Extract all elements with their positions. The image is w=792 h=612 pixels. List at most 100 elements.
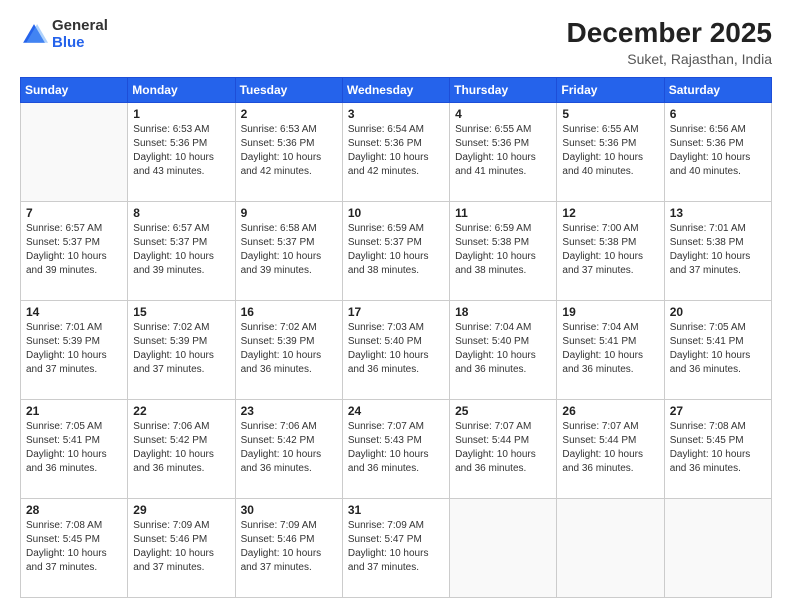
logo-text: General Blue xyxy=(52,18,108,51)
day-number: 29 xyxy=(133,503,229,517)
calendar-cell: 30Sunrise: 7:09 AM Sunset: 5:46 PM Dayli… xyxy=(235,498,342,597)
logo-blue-text: Blue xyxy=(52,35,108,52)
calendar-cell: 31 Sunrise: 7:09 AM Sunset: 5:47 PM Dayli… xyxy=(342,498,449,597)
week-row-2: 7 Sunrise: 6:57 AM Sunset: 5:37 PM Daylig… xyxy=(21,201,772,300)
day-info: Sunrise: 7:04 AM Sunset: 5:40 PM Dayligh… xyxy=(455,321,551,377)
subtitle: Suket, Rajasthan, India xyxy=(567,51,772,67)
day-number: 8 xyxy=(133,206,229,220)
calendar-cell: 15 Sunrise: 7:02 AM Sunset: 5:39 PM Dayli… xyxy=(128,300,235,399)
day-info: Sunrise: 7:09 AM Sunset: 5:46 PM Dayligh… xyxy=(241,519,337,575)
day-info: Sunrise: 6:59 AM Sunset: 5:38 PM Dayligh… xyxy=(455,222,551,278)
day-info: Sunrise: 7:01 AM Sunset: 5:39 PM Dayligh… xyxy=(26,321,122,377)
day-number: 4 xyxy=(455,107,551,121)
day-number: 19 xyxy=(562,305,658,319)
calendar-cell: 20 Sunrise: 7:05 AM Sunset: 5:41 PM Dayli… xyxy=(664,300,771,399)
header: General Blue December 2025 Suket, Rajast… xyxy=(20,18,772,67)
day-info: Sunrise: 6:54 AM Sunset: 5:36 PM Dayligh… xyxy=(348,123,444,179)
day-number: 28 xyxy=(26,503,122,517)
calendar-cell: 14 Sunrise: 7:01 AM Sunset: 5:39 PM Dayli… xyxy=(21,300,128,399)
calendar-cell xyxy=(557,498,664,597)
day-of-week-sunday: Sunday xyxy=(21,77,128,102)
logo-icon xyxy=(20,21,48,49)
day-number: 13 xyxy=(670,206,766,220)
calendar-table: SundayMondayTuesdayWednesdayThursdayFrid… xyxy=(20,77,772,598)
title-block: December 2025 Suket, Rajasthan, India xyxy=(567,18,772,67)
day-of-week-thursday: Thursday xyxy=(450,77,557,102)
calendar-cell: 16 Sunrise: 7:02 AM Sunset: 5:39 PM Dayli… xyxy=(235,300,342,399)
day-info: Sunrise: 7:05 AM Sunset: 5:41 PM Dayligh… xyxy=(26,420,122,476)
calendar-cell: 2Sunrise: 6:53 AM Sunset: 5:36 PM Daylig… xyxy=(235,102,342,201)
day-info: Sunrise: 6:55 AM Sunset: 5:36 PM Dayligh… xyxy=(562,123,658,179)
day-info: Sunrise: 7:06 AM Sunset: 5:42 PM Dayligh… xyxy=(133,420,229,476)
day-info: Sunrise: 6:53 AM Sunset: 5:36 PM Dayligh… xyxy=(241,123,337,179)
day-info: Sunrise: 7:00 AM Sunset: 5:38 PM Dayligh… xyxy=(562,222,658,278)
calendar-cell xyxy=(664,498,771,597)
calendar-cell: 22Sunrise: 7:06 AM Sunset: 5:42 PM Dayli… xyxy=(128,399,235,498)
day-info: Sunrise: 7:08 AM Sunset: 5:45 PM Dayligh… xyxy=(670,420,766,476)
day-info: Sunrise: 7:02 AM Sunset: 5:39 PM Dayligh… xyxy=(133,321,229,377)
calendar-cell: 18 Sunrise: 7:04 AM Sunset: 5:40 PM Dayli… xyxy=(450,300,557,399)
day-info: Sunrise: 7:02 AM Sunset: 5:39 PM Dayligh… xyxy=(241,321,337,377)
day-info: Sunrise: 7:03 AM Sunset: 5:40 PM Dayligh… xyxy=(348,321,444,377)
day-number: 24 xyxy=(348,404,444,418)
day-info: Sunrise: 6:58 AM Sunset: 5:37 PM Dayligh… xyxy=(241,222,337,278)
calendar-cell: 13Sunrise: 7:01 AM Sunset: 5:38 PM Dayli… xyxy=(664,201,771,300)
day-number: 5 xyxy=(562,107,658,121)
calendar-cell: 10Sunrise: 6:59 AM Sunset: 5:37 PM Dayli… xyxy=(342,201,449,300)
day-info: Sunrise: 6:56 AM Sunset: 5:36 PM Dayligh… xyxy=(670,123,766,179)
day-of-week-friday: Friday xyxy=(557,77,664,102)
day-number: 23 xyxy=(241,404,337,418)
day-info: Sunrise: 7:07 AM Sunset: 5:44 PM Dayligh… xyxy=(562,420,658,476)
day-number: 20 xyxy=(670,305,766,319)
day-number: 1 xyxy=(133,107,229,121)
day-number: 25 xyxy=(455,404,551,418)
calendar-cell: 5 Sunrise: 6:55 AM Sunset: 5:36 PM Daylig… xyxy=(557,102,664,201)
calendar-header: SundayMondayTuesdayWednesdayThursdayFrid… xyxy=(21,77,772,102)
week-row-4: 21 Sunrise: 7:05 AM Sunset: 5:41 PM Dayli… xyxy=(21,399,772,498)
calendar-cell: 17 Sunrise: 7:03 AM Sunset: 5:40 PM Dayli… xyxy=(342,300,449,399)
calendar-cell: 19Sunrise: 7:04 AM Sunset: 5:41 PM Dayli… xyxy=(557,300,664,399)
day-of-week-monday: Monday xyxy=(128,77,235,102)
calendar-cell xyxy=(450,498,557,597)
day-of-week-wednesday: Wednesday xyxy=(342,77,449,102)
logo-general-text: General xyxy=(52,18,108,35)
day-info: Sunrise: 6:57 AM Sunset: 5:37 PM Dayligh… xyxy=(26,222,122,278)
header-row: SundayMondayTuesdayWednesdayThursdayFrid… xyxy=(21,77,772,102)
day-number: 9 xyxy=(241,206,337,220)
calendar-cell: 24Sunrise: 7:07 AM Sunset: 5:43 PM Dayli… xyxy=(342,399,449,498)
day-info: Sunrise: 6:55 AM Sunset: 5:36 PM Dayligh… xyxy=(455,123,551,179)
day-number: 14 xyxy=(26,305,122,319)
calendar-cell: 9 Sunrise: 6:58 AM Sunset: 5:37 PM Daylig… xyxy=(235,201,342,300)
page: General Blue December 2025 Suket, Rajast… xyxy=(0,0,792,612)
week-row-3: 14 Sunrise: 7:01 AM Sunset: 5:39 PM Dayli… xyxy=(21,300,772,399)
calendar-cell xyxy=(21,102,128,201)
calendar-cell: 28Sunrise: 7:08 AM Sunset: 5:45 PM Dayli… xyxy=(21,498,128,597)
day-of-week-saturday: Saturday xyxy=(664,77,771,102)
calendar-body: 1 Sunrise: 6:53 AM Sunset: 5:36 PM Daylig… xyxy=(21,102,772,597)
day-number: 3 xyxy=(348,107,444,121)
day-number: 17 xyxy=(348,305,444,319)
day-number: 27 xyxy=(670,404,766,418)
day-info: Sunrise: 7:09 AM Sunset: 5:46 PM Dayligh… xyxy=(133,519,229,575)
calendar-cell: 11Sunrise: 6:59 AM Sunset: 5:38 PM Dayli… xyxy=(450,201,557,300)
day-info: Sunrise: 6:59 AM Sunset: 5:37 PM Dayligh… xyxy=(348,222,444,278)
calendar-cell: 8 Sunrise: 6:57 AM Sunset: 5:37 PM Daylig… xyxy=(128,201,235,300)
day-info: Sunrise: 7:05 AM Sunset: 5:41 PM Dayligh… xyxy=(670,321,766,377)
day-number: 16 xyxy=(241,305,337,319)
calendar-cell: 21 Sunrise: 7:05 AM Sunset: 5:41 PM Dayli… xyxy=(21,399,128,498)
day-info: Sunrise: 6:57 AM Sunset: 5:37 PM Dayligh… xyxy=(133,222,229,278)
logo: General Blue xyxy=(20,18,108,51)
day-info: Sunrise: 7:09 AM Sunset: 5:47 PM Dayligh… xyxy=(348,519,444,575)
day-number: 15 xyxy=(133,305,229,319)
day-number: 18 xyxy=(455,305,551,319)
day-info: Sunrise: 6:53 AM Sunset: 5:36 PM Dayligh… xyxy=(133,123,229,179)
day-number: 21 xyxy=(26,404,122,418)
calendar-cell: 26Sunrise: 7:07 AM Sunset: 5:44 PM Dayli… xyxy=(557,399,664,498)
calendar-cell: 12Sunrise: 7:00 AM Sunset: 5:38 PM Dayli… xyxy=(557,201,664,300)
calendar-cell: 3 Sunrise: 6:54 AM Sunset: 5:36 PM Daylig… xyxy=(342,102,449,201)
calendar-cell: 23Sunrise: 7:06 AM Sunset: 5:42 PM Dayli… xyxy=(235,399,342,498)
day-number: 7 xyxy=(26,206,122,220)
day-info: Sunrise: 7:07 AM Sunset: 5:44 PM Dayligh… xyxy=(455,420,551,476)
calendar-cell: 29 Sunrise: 7:09 AM Sunset: 5:46 PM Dayli… xyxy=(128,498,235,597)
day-number: 31 xyxy=(348,503,444,517)
